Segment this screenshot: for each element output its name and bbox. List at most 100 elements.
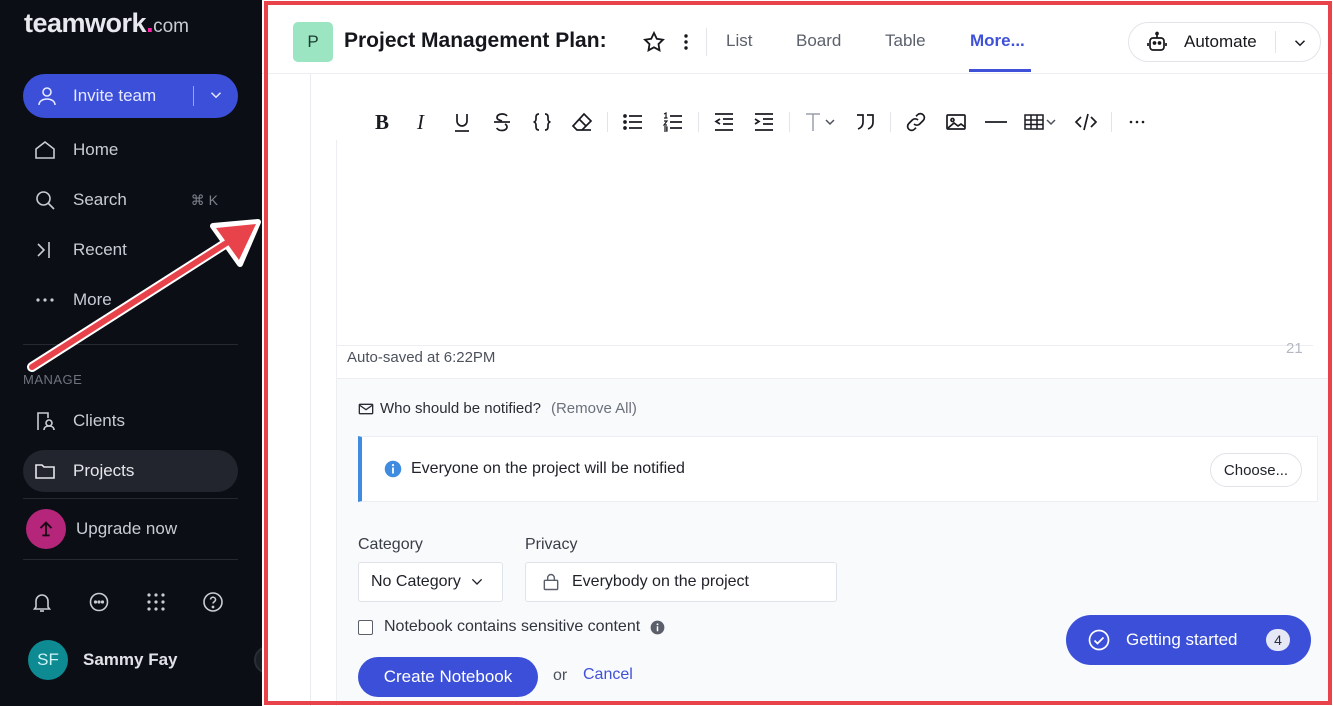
- tab-list[interactable]: List: [726, 31, 752, 51]
- getting-started-label: Getting started: [1126, 630, 1238, 649]
- link-icon[interactable]: [896, 108, 936, 136]
- automate-label: Automate: [1184, 32, 1257, 51]
- chat-icon[interactable]: [87, 590, 111, 614]
- notify-notice: Everyone on the project will be notified…: [358, 436, 1318, 502]
- notify-question-text: Who should be notified?: [380, 400, 541, 417]
- recent-icon: [37, 242, 50, 258]
- user-profile[interactable]: SF Sammy Fay: [28, 640, 178, 680]
- bold-icon[interactable]: B: [362, 108, 402, 136]
- toolbar-divider: [890, 112, 891, 132]
- home-icon: [35, 140, 55, 159]
- sidebar-divider: [23, 498, 238, 499]
- category-value: No Category: [371, 573, 461, 590]
- category-label: Category: [358, 536, 423, 553]
- chevron-down-icon[interactable]: [207, 86, 225, 104]
- logo-name: teamwork: [24, 8, 147, 38]
- sidebar: teamwork.com Invite team Home Search ⌘ K…: [0, 0, 262, 706]
- code-braces-icon[interactable]: [522, 108, 562, 136]
- project-header: P Project Management Plan: List Board Ta…: [262, 0, 1333, 74]
- sidebar-divider: [23, 559, 238, 560]
- choose-button[interactable]: Choose...: [1210, 453, 1302, 487]
- tab-table[interactable]: Table: [885, 31, 926, 51]
- upgrade-label: Upgrade now: [76, 519, 178, 538]
- sidebar-item-more[interactable]: More: [23, 279, 238, 321]
- notify-question: Who should be notified? (Remove All): [358, 400, 637, 417]
- getting-started-count: 4: [1266, 629, 1290, 651]
- clients-icon: [37, 412, 55, 431]
- sensitive-checkbox[interactable]: [358, 619, 373, 635]
- sidebar-divider: [23, 344, 238, 345]
- toolbar-divider: [698, 112, 699, 132]
- tab-more[interactable]: More...: [970, 31, 1025, 51]
- content-rule: [310, 74, 311, 706]
- category-select[interactable]: No Category: [358, 562, 503, 602]
- arrow-up-icon: [39, 521, 53, 537]
- page-title: Project Management Plan:: [344, 29, 607, 52]
- robot-icon: [1147, 31, 1167, 51]
- notebook-editor[interactable]: [337, 140, 1313, 346]
- sidebar-item-search[interactable]: Search ⌘ K: [23, 179, 238, 221]
- invite-team-button[interactable]: Invite team: [23, 74, 238, 118]
- code-view-icon[interactable]: [1066, 108, 1106, 136]
- underline-icon[interactable]: [442, 108, 482, 136]
- cancel-link[interactable]: Cancel: [583, 666, 633, 684]
- project-badge: P: [293, 22, 333, 62]
- italic-icon[interactable]: I: [402, 108, 442, 136]
- toolbar-divider: [1111, 112, 1112, 132]
- chevron-down-icon: [471, 578, 482, 585]
- more-icon: [36, 298, 54, 302]
- info-icon[interactable]: [650, 620, 665, 635]
- eraser-icon[interactable]: [562, 108, 602, 136]
- lock-icon: [543, 573, 559, 591]
- sidebar-item-clients[interactable]: Clients: [23, 400, 238, 442]
- outdent-icon[interactable]: [704, 108, 744, 136]
- quote-icon[interactable]: [845, 108, 885, 136]
- check-circle-icon: [1088, 629, 1110, 651]
- upgrade-now-button[interactable]: Upgrade now: [23, 508, 177, 550]
- apps-grid-icon[interactable]: [144, 590, 168, 614]
- toolbar-divider: [789, 112, 790, 132]
- numbered-list-icon[interactable]: [653, 108, 693, 136]
- automate-divider: [1275, 31, 1276, 53]
- automate-button[interactable]: Automate: [1128, 22, 1321, 62]
- sidebar-item-label: Clients: [73, 411, 125, 430]
- active-tab-indicator: [969, 69, 1031, 72]
- table-icon[interactable]: [1016, 108, 1066, 136]
- svg-text:B: B: [375, 110, 389, 134]
- user-name: Sammy Fay: [83, 650, 178, 669]
- sensitive-content-option[interactable]: Notebook contains sensitive content: [358, 618, 665, 636]
- upgrade-badge: [26, 509, 66, 549]
- kebab-menu-icon[interactable]: [678, 32, 694, 52]
- teamwork-logo[interactable]: teamwork.com: [24, 8, 189, 39]
- remove-all-link[interactable]: (Remove All): [551, 400, 637, 417]
- bullet-list-icon[interactable]: [613, 108, 653, 136]
- create-notebook-button[interactable]: Create Notebook: [358, 657, 538, 697]
- sidebar-item-label: More: [73, 290, 112, 309]
- more-options-icon[interactable]: [1117, 108, 1157, 136]
- indent-icon[interactable]: [744, 108, 784, 136]
- editor-toolbar: B I: [362, 108, 1157, 136]
- image-icon[interactable]: [936, 108, 976, 136]
- sidebar-item-recent[interactable]: Recent: [23, 229, 238, 271]
- autosave-status: Auto-saved at 6:22PM: [347, 349, 496, 366]
- text-style-icon[interactable]: [795, 108, 845, 136]
- tab-board[interactable]: Board: [796, 31, 841, 51]
- avatar: SF: [28, 640, 68, 680]
- sidebar-bottom-icons: [30, 590, 225, 614]
- sidebar-item-label: Search: [73, 190, 127, 209]
- chevron-down-icon[interactable]: [1291, 34, 1309, 52]
- section-label-manage: MANAGE: [23, 372, 83, 387]
- help-icon[interactable]: [201, 590, 225, 614]
- sensitive-label: Notebook contains sensitive content: [384, 618, 641, 635]
- sidebar-item-home[interactable]: Home: [23, 129, 238, 171]
- folder-icon: [35, 464, 55, 479]
- invite-divider: [193, 86, 194, 106]
- star-icon[interactable]: [642, 30, 666, 54]
- info-icon: [384, 460, 402, 478]
- sidebar-item-projects[interactable]: Projects: [23, 450, 238, 492]
- bell-icon[interactable]: [30, 590, 54, 614]
- privacy-select[interactable]: Everybody on the project: [525, 562, 837, 602]
- strikethrough-icon[interactable]: [482, 108, 522, 136]
- getting-started-button[interactable]: Getting started 4: [1066, 615, 1311, 665]
- horizontal-rule-icon[interactable]: [976, 108, 1016, 136]
